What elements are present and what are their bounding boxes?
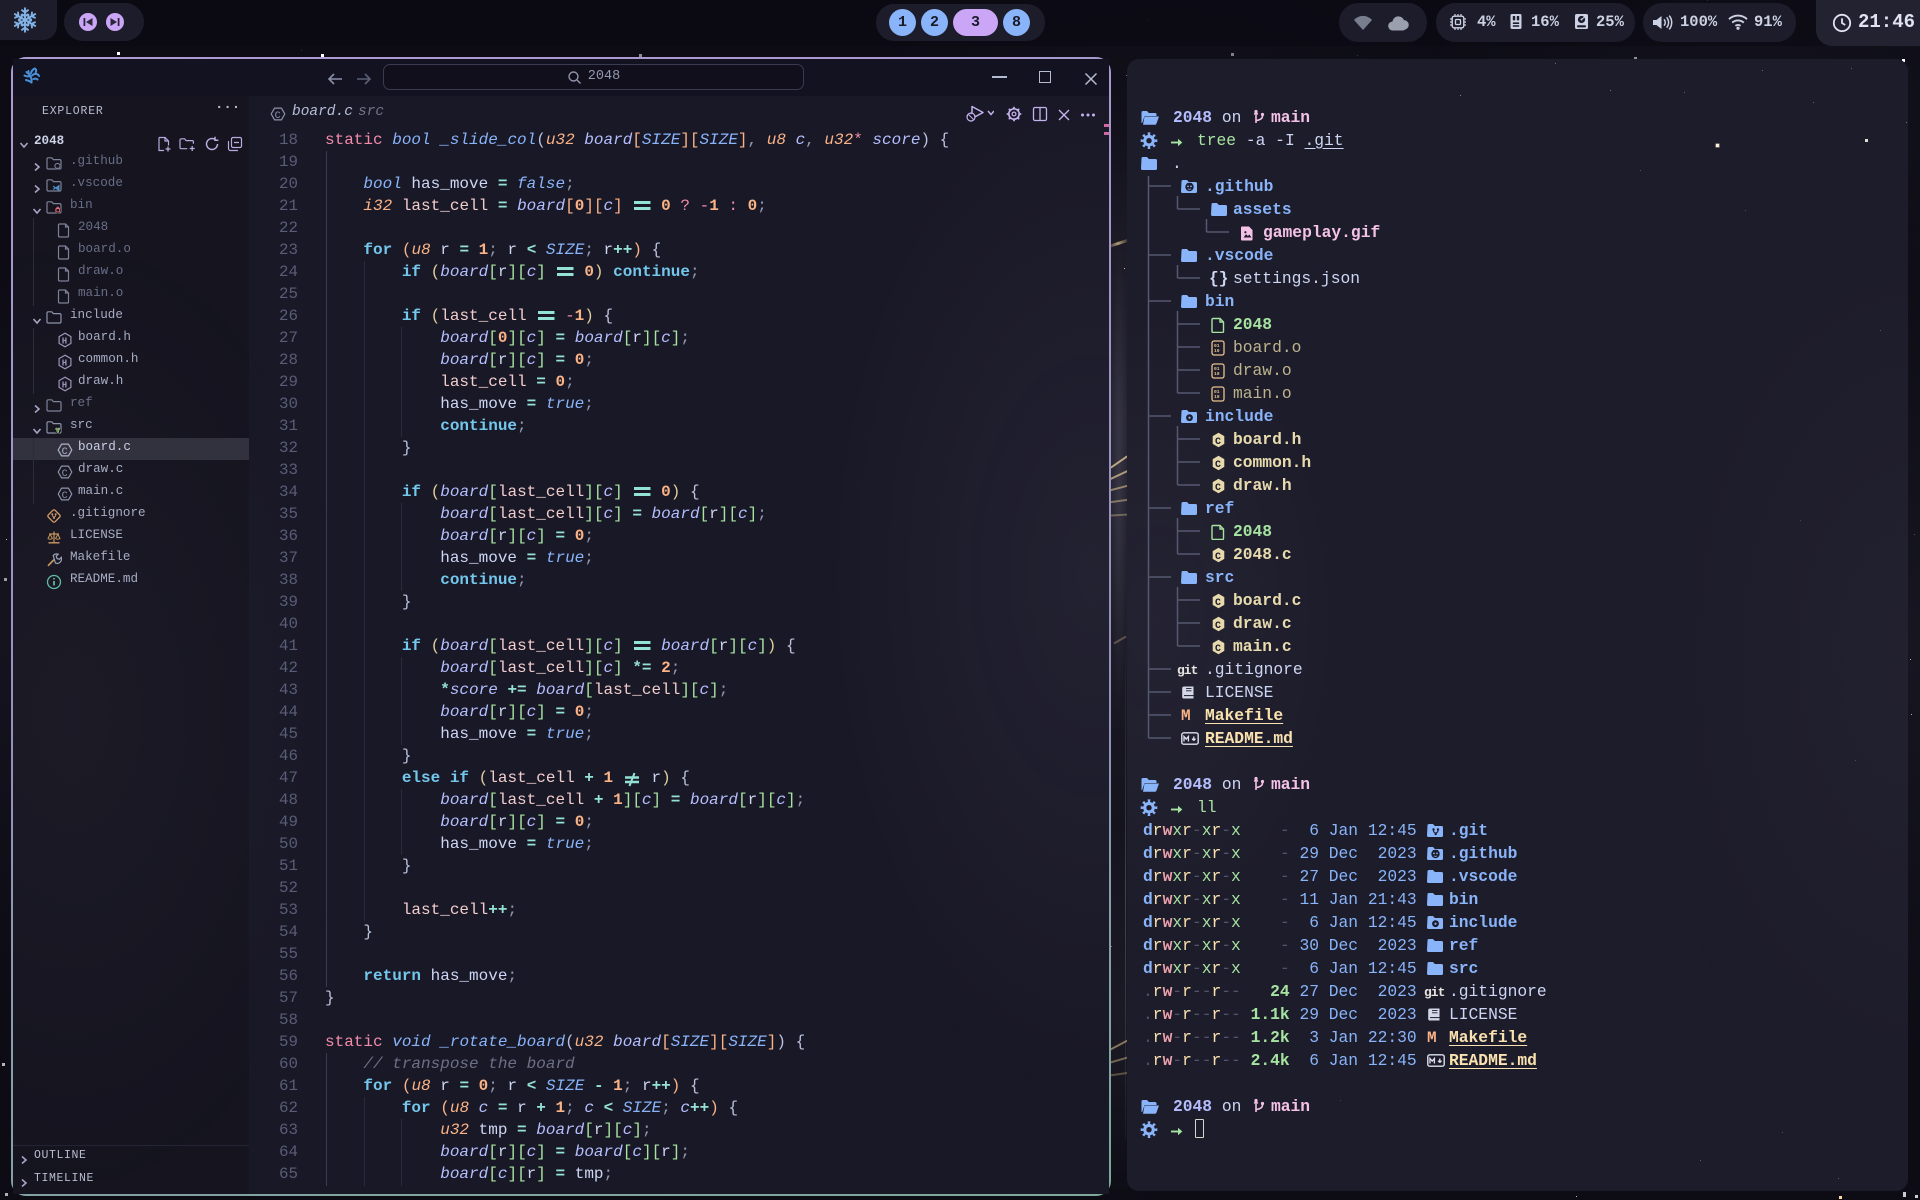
svg-text:C: C [1215, 644, 1221, 655]
svg-text:C: C [1215, 483, 1221, 494]
svg-text:H: H [62, 358, 67, 368]
svg-text:H: H [62, 380, 67, 390]
svg-text:H: H [62, 336, 67, 346]
svg-text:C: C [62, 469, 68, 480]
svg-text:10: 10 [1214, 348, 1220, 354]
svg-text:C: C [1215, 437, 1221, 448]
svg-text:C: C [1215, 460, 1221, 471]
svg-text:10: 10 [1214, 371, 1220, 377]
svg-text:C: C [275, 111, 281, 122]
svg-text:C: C [1215, 598, 1221, 609]
svg-text:C: C [62, 491, 68, 502]
svg-text:C: C [1215, 621, 1221, 632]
svg-text:C: C [62, 447, 68, 458]
svg-text:C: C [1215, 552, 1221, 563]
svg-text:10: 10 [1214, 394, 1220, 400]
